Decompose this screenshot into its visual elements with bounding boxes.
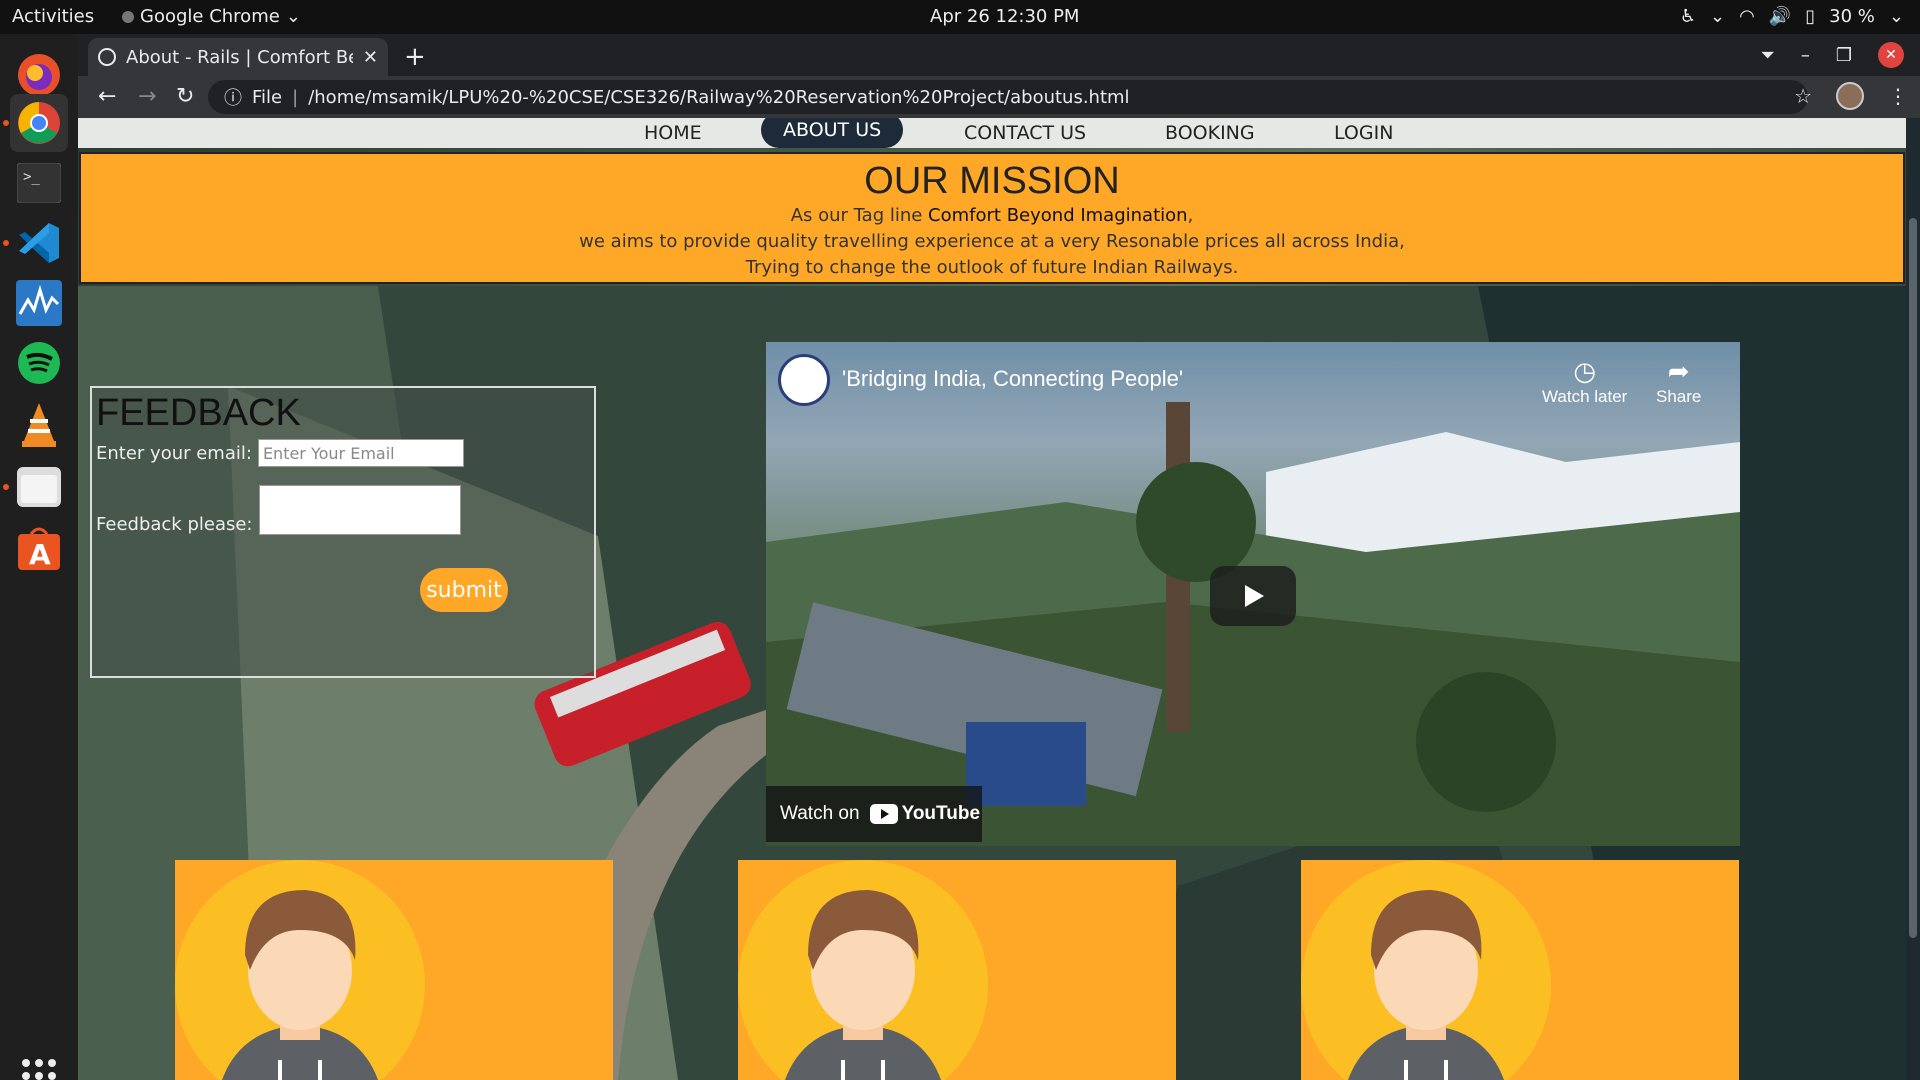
nav-login[interactable]: LOGIN	[1334, 118, 1393, 148]
tagline: Comfort Beyond Imagination	[928, 205, 1188, 226]
mission-line-2: we aims to provide quality travelling ex…	[579, 231, 1405, 252]
chevron-down-icon: ⌄	[285, 6, 301, 27]
channel-logo[interactable]	[778, 354, 830, 406]
feedback-label: Feedback please:	[96, 514, 253, 535]
tab-strip: About - Rails | Comfort Be ✕ + ⏷ – ❐ ✕	[78, 34, 1920, 76]
play-button[interactable]	[1210, 566, 1296, 626]
email-field[interactable]: Enter Your Email	[257, 439, 464, 467]
app-name: Google Chrome	[140, 6, 280, 27]
nav-contact-us[interactable]: CONTACT US	[964, 118, 1086, 148]
mission-line-1: As our Tag line Comfort Beyond Imaginati…	[790, 205, 1194, 226]
tab-about[interactable]: About - Rails | Comfort Be ✕	[88, 38, 388, 76]
vscode-icon[interactable]	[3, 214, 68, 272]
forward-button[interactable]: →	[138, 84, 156, 109]
wifi-icon: ◠	[1739, 6, 1755, 27]
svg-text:A: A	[29, 538, 51, 571]
watch-later-button[interactable]: ◷ Watch later	[1542, 356, 1627, 407]
url-scheme: File	[252, 86, 283, 108]
kebab-menu-icon[interactable]: ⋮	[1888, 84, 1908, 108]
clock-icon: ◷	[1573, 356, 1597, 386]
email-row: Enter your email: Enter Your Email	[96, 439, 590, 467]
activities-button[interactable]: Activities	[12, 6, 94, 27]
page-scrollbar[interactable]	[1906, 118, 1920, 1080]
software-center-icon[interactable]: A	[10, 520, 68, 578]
tab-title: About - Rails | Comfort Be	[126, 46, 353, 68]
address-bar[interactable]: ⓘ File | /home/msamik/LPU%20-%20CSE/CSE3…	[208, 80, 1808, 114]
terminal-icon[interactable]: >_	[10, 154, 68, 212]
info-icon[interactable]: ⓘ	[224, 84, 242, 110]
person-avatar-icon	[738, 860, 988, 1080]
browser-toolbar: ← → ↻ ⓘ File | /home/msamik/LPU%20-%20CS…	[78, 76, 1920, 118]
show-apps-grid-icon[interactable]	[22, 1059, 56, 1080]
url-text[interactable]: /home/msamik/LPU%20-%20CSE/CSE326/Railwa…	[308, 87, 1129, 108]
minimize-button[interactable]: –	[1801, 45, 1810, 66]
profile-avatar[interactable]	[1836, 82, 1864, 110]
chevron-down-icon: ⌄	[1888, 6, 1904, 27]
chrome-icon[interactable]	[3, 94, 68, 152]
page-viewport: HOME ABOUT US CONTACT US BOOKING LOGIN O…	[78, 118, 1920, 1080]
globe-icon	[98, 48, 116, 66]
chrome-small-icon	[122, 10, 134, 23]
window-controls: ⏷ – ❐ ✕	[1760, 42, 1904, 68]
email-label: Enter your email:	[96, 442, 252, 464]
person-avatar-icon	[1301, 860, 1551, 1080]
system-top-bar: Activities Google Chrome ⌄ Apr 26 12:30 …	[0, 0, 1920, 34]
share-icon: ➦	[1667, 356, 1690, 386]
mission-title: OUR MISSION	[864, 160, 1120, 202]
chevron-down-icon: ⌄	[1710, 6, 1726, 27]
app-menu[interactable]: Google Chrome ⌄	[122, 6, 301, 27]
youtube-logo: YouTube	[869, 803, 980, 825]
feedback-form: FEEDBACK Enter your email: Enter Your Em…	[90, 386, 596, 678]
battery-icon: ▯	[1805, 6, 1816, 27]
team-card-2	[738, 860, 1176, 1080]
nav-home[interactable]: HOME	[644, 118, 702, 148]
reload-button[interactable]: ↻	[176, 84, 194, 109]
battery-level: 30 %	[1829, 6, 1875, 27]
volume-icon: 🔊	[1768, 6, 1792, 27]
clock[interactable]: Apr 26 12:30 PM	[930, 6, 1079, 27]
feedback-title: FEEDBACK	[96, 392, 301, 434]
system-monitor-icon[interactable]	[10, 274, 68, 332]
back-button[interactable]: ←	[98, 84, 116, 109]
feedback-textarea[interactable]	[258, 485, 461, 535]
team-card-3	[1301, 860, 1739, 1080]
mission-line-3: Trying to change the outlook of future I…	[745, 257, 1239, 278]
site-nav: HOME ABOUT US CONTACT US BOOKING LOGIN	[78, 118, 1906, 148]
team-card-1	[175, 860, 613, 1080]
watch-on-youtube-link[interactable]: Watch on YouTube	[766, 786, 982, 842]
nav-booking[interactable]: BOOKING	[1165, 118, 1255, 148]
mission-section: OUR MISSION As our Tag line Comfort Beyo…	[79, 152, 1905, 284]
svg-text:>_: >_	[23, 169, 40, 185]
chrome-window: About - Rails | Comfort Be ✕ + ⏷ – ❐ ✕ ←…	[78, 34, 1920, 1080]
video-title[interactable]: 'Bridging India, Connecting People'	[842, 366, 1183, 392]
youtube-embed[interactable]: 'Bridging India, Connecting People' ◷ Wat…	[766, 342, 1740, 846]
files-icon[interactable]	[3, 458, 68, 516]
url-separator: |	[292, 86, 299, 108]
spotify-icon[interactable]	[10, 334, 68, 392]
submit-button[interactable]: submit	[420, 568, 508, 612]
bookmark-star-icon[interactable]: ☆	[1794, 84, 1812, 108]
close-tab-icon[interactable]: ✕	[363, 47, 378, 68]
share-button[interactable]: ➦ Share	[1656, 356, 1701, 407]
person-avatar-icon	[175, 860, 425, 1080]
feedback-row: Feedback please:	[96, 485, 590, 535]
system-tray[interactable]: ♿ ⌄ ◠ 🔊 ▯ 30 % ⌄	[1680, 6, 1904, 27]
accessibility-icon[interactable]: ♿	[1680, 6, 1696, 27]
dock: >_ A	[0, 34, 78, 1080]
close-window-button[interactable]: ✕	[1878, 42, 1904, 68]
tab-search-icon[interactable]: ⏷	[1760, 45, 1774, 66]
new-tab-button[interactable]: +	[404, 42, 426, 72]
restore-button[interactable]: ❐	[1836, 45, 1852, 66]
play-icon	[1245, 585, 1264, 607]
nav-about-us[interactable]: ABOUT US	[761, 118, 904, 148]
toolbar-actions: ☆ ⋮	[1794, 82, 1908, 110]
vlc-icon[interactable]	[10, 396, 68, 454]
scrollbar-thumb[interactable]	[1909, 218, 1917, 938]
